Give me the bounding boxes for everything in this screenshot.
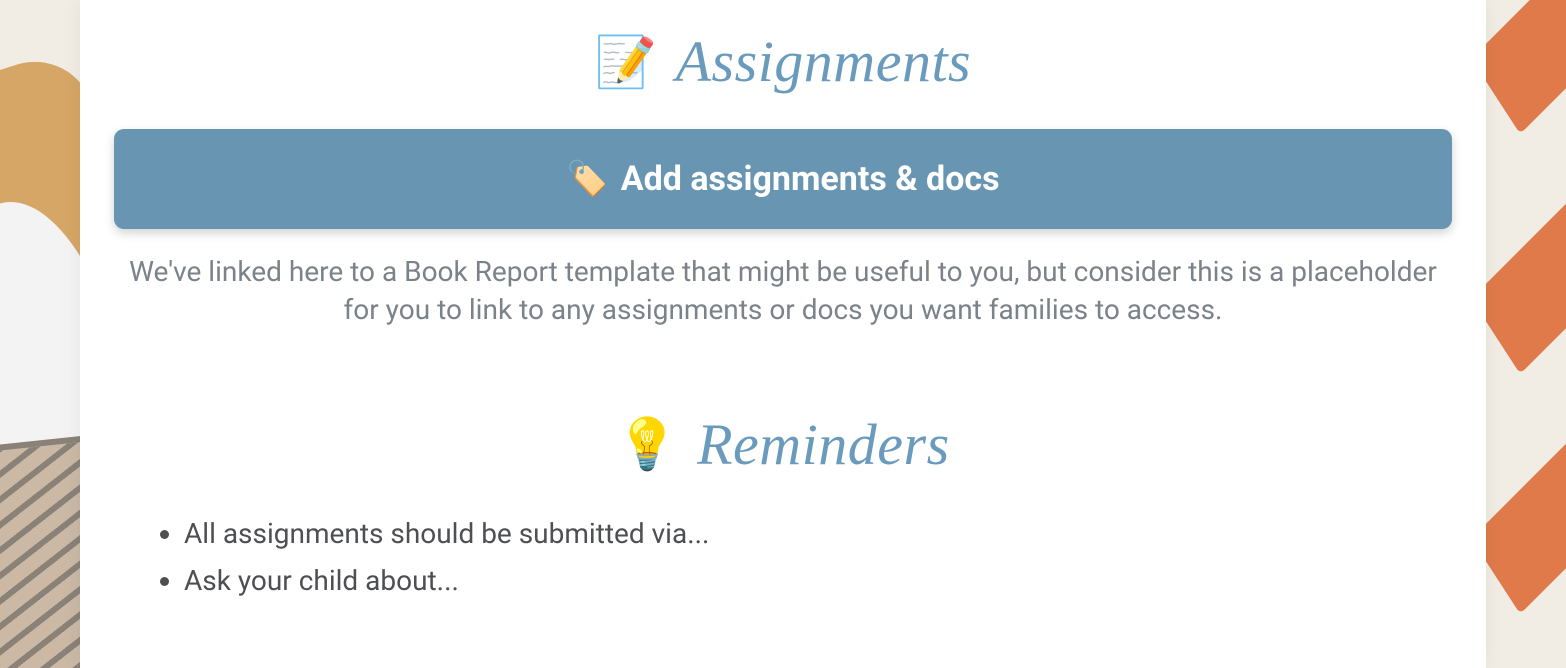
list-item: All assignments should be submitted via.… [184,512,1452,555]
reminders-heading-text: Reminders [697,411,950,478]
assignments-heading: 📝 Assignments [114,28,1452,95]
assignments-description: We've linked here to a Book Report templ… [114,253,1452,329]
lightbulb-icon: 💡 [616,419,679,469]
reminders-list: All assignments should be submitted via.… [114,512,1452,603]
add-assignments-button[interactable]: 🏷️ Add assignments & docs [114,129,1452,229]
list-item: Ask your child about... [184,559,1452,602]
bookmark-tag-icon: 🏷️ [566,162,608,196]
memo-icon: 📝 [595,37,658,87]
add-assignments-button-label: Add assignments & docs [621,159,1000,199]
reminders-heading: 💡 Reminders [114,411,1452,478]
main-card: 📝 Assignments 🏷️ Add assignments & docs … [80,0,1486,668]
assignments-heading-text: Assignments [676,28,972,95]
